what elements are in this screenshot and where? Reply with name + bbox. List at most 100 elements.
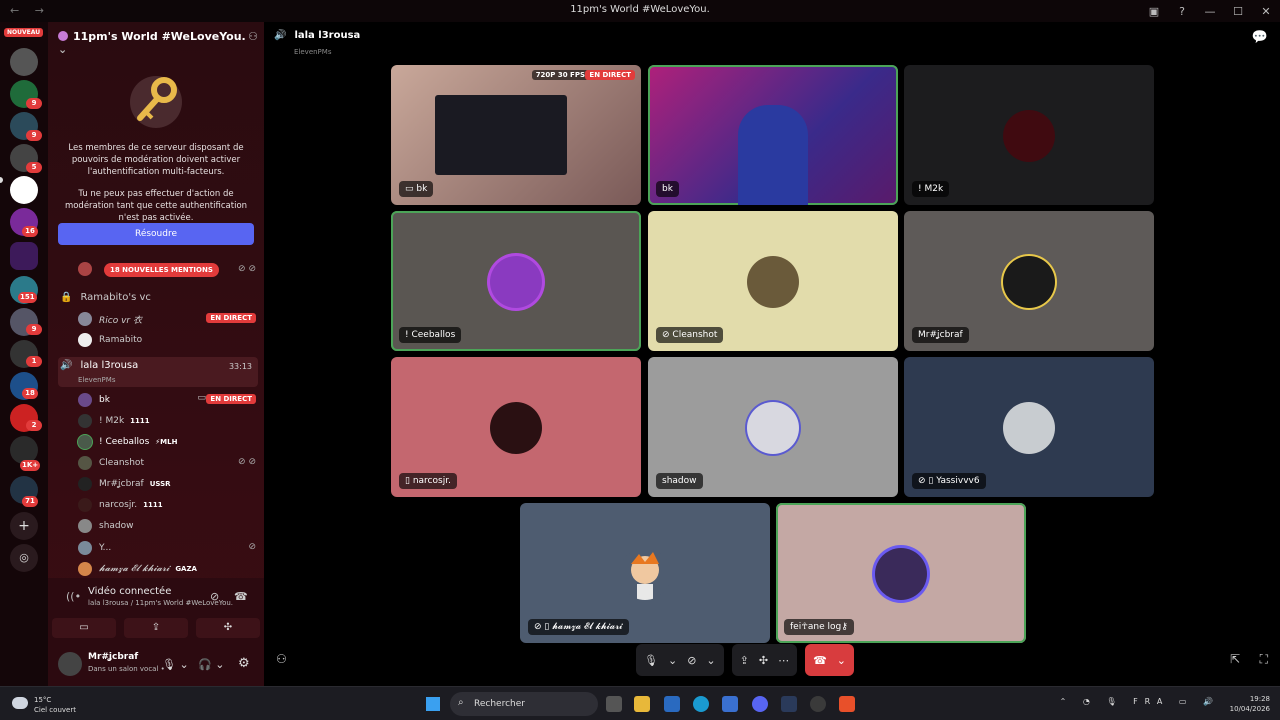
activities-button[interactable]: ✣ [196,618,260,638]
live-badge: EN DIRECT [585,70,635,80]
add-member-icon[interactable]: ⚇ [248,30,258,43]
unread-badge: 9 [26,324,42,335]
minimize-button[interactable]: — [1196,5,1224,18]
microphone-icon[interactable]: 🎙 [644,654,658,667]
popout-icon[interactable]: ⇱ [1230,652,1240,666]
hangup-icon[interactable]: ☎ [813,654,827,667]
tile-label: shadow [656,473,703,489]
steam-icon[interactable] [781,696,797,712]
participant-tile[interactable]: fei☥ane log⚷ [776,503,1026,643]
voice-panel: ((• Vidéo connectée lala l3rousa / 11pm'… [48,578,264,686]
participant-tile[interactable]: Mr#ʝcbraf [904,211,1154,351]
voice-member[interactable]: 𝓱𝓪𝓶𝔃𝓪 𝓔𝓵 𝓴𝓱𝓲𝓪𝓻𝓲 GAZA [58,559,258,579]
participant-tile[interactable]: ⊘ Cleanshot [648,211,898,351]
invite-icon[interactable]: ⚇ [276,652,287,666]
add-server-icon[interactable]: + [10,512,38,540]
discover-icon[interactable]: ◎ [10,544,38,572]
unread-badge: 9 [26,98,42,109]
mentions-pill[interactable]: 18 NOUVELLES MENTIONS [104,263,219,277]
voice-member[interactable]: bk ▭ EN DIRECT [58,390,258,410]
screen-share-icon[interactable]: ⇪ [740,654,749,667]
mfa-notice: Les membres de ce serveur disposant de p… [68,143,244,177]
server-icon[interactable] [10,48,38,76]
activities-icon[interactable]: ✣ [759,654,768,667]
disconnect-button[interactable]: ☎ ⌄ [805,644,854,676]
voice-member[interactable]: Mr#ʝcbraf USSR [58,474,258,494]
app-icon[interactable] [810,696,826,712]
resolve-button[interactable]: Résoudre [58,223,254,245]
chevron-down-icon[interactable]: ⌄ [668,654,677,667]
voice-member[interactable]: ! Ceeballos ⚡MLH [58,432,258,452]
voice-member[interactable]: Y... ⊘ [58,538,258,558]
unread-pip [0,177,3,183]
chevron-down-icon[interactable]: ⌄ [706,654,715,667]
maximize-button[interactable]: ☐ [1224,5,1252,18]
discord-icon[interactable] [752,696,768,712]
avatar [875,548,927,600]
participant-tile[interactable]: ! Ceeballos [391,211,641,351]
muted-icons: ⊘ ⊘ [238,264,256,274]
task-view-icon[interactable] [606,696,622,712]
voice-member[interactable]: Cleanshot ⊘ ⊘ [58,453,258,473]
voice-channel-active[interactable]: 🔊 lala l3rousa 33:13 ElevenPMs [58,357,258,387]
noise-suppression-icon[interactable]: ⊘ [210,590,219,603]
tile-label: ▭ bk [399,181,434,197]
settings-gear-icon[interactable]: ⚙ [238,656,250,671]
voice-member[interactable]: ! M2k 1111 [58,411,258,431]
search-icon: ⌕ [458,697,464,708]
windows-start-icon[interactable] [426,697,440,711]
store-icon[interactable] [664,696,680,712]
tile-label: Mr#ʝcbraf [912,327,969,343]
weather-widget[interactable]: 15°C Ciel couvert [34,695,76,715]
video-tile-camera[interactable]: bk [648,65,898,205]
channel-subtitle: ElevenPMs [294,48,332,56]
voice-member[interactable]: Rico vr 衣 EN DIRECT [58,309,258,329]
member-tag: 1111 [143,501,163,509]
video-tile-stream[interactable]: 720P 30 FPS EN DIRECT ▭ bk [391,65,641,205]
avatar [490,402,542,454]
camera-off-button[interactable]: ▭ [52,618,116,638]
mic-toggle[interactable]: 🎙 ⌄ ⊘ ⌄ [636,644,724,676]
microphone-icon[interactable]: 🎙 ⌄ [162,658,189,671]
server-list: NOUVEAU 9 9 5 16 151 9 1 18 2 1K+ 71 + ◎ [0,22,48,686]
key-icon [130,76,182,128]
channel-name: Ramabito's vc [80,291,151,303]
member-tag: USSR [149,480,171,488]
voice-member[interactable]: shadow [58,516,258,536]
voice-member[interactable]: Ramabito [58,330,258,350]
help-icon[interactable]: ? [1168,5,1196,18]
file-explorer-icon[interactable] [634,696,650,712]
participant-tile[interactable]: ! M2k [904,65,1154,205]
mail-icon[interactable] [722,696,738,712]
server-icon[interactable] [10,176,38,204]
cloud-icon [12,697,28,709]
muted-icons: ⊘ ⊘ [238,457,256,467]
disconnect-icon[interactable]: ☎ [234,590,248,603]
more-icon[interactable]: ⋯ [778,654,789,667]
brave-icon[interactable] [839,696,855,712]
chevron-down-icon[interactable]: ⌄ [837,654,846,667]
inbox-icon[interactable]: ▣ [1140,5,1168,18]
edge-icon[interactable] [693,696,709,712]
screen-share-button[interactable]: ⇪ [124,618,188,638]
server-header[interactable]: 11pm's World #WeLoveYou. ⌄ ⚇ [58,30,258,56]
headphones-icon[interactable]: 🎧 ⌄ [198,658,224,671]
search-input[interactable]: Rechercher [450,692,598,716]
system-tray[interactable]: ⌃ ◔ 🎙 FRA ▭ 🔊 [1060,697,1220,706]
fullscreen-icon[interactable]: ⛶ [1260,652,1268,667]
folder-icon[interactable] [10,242,38,270]
participant-tile[interactable]: shadow [648,357,898,497]
voice-member[interactable]: narcosjr. 1111 [58,495,258,515]
unread-badge: 1K+ [20,460,41,471]
close-button[interactable]: ✕ [1252,5,1280,18]
chat-icon[interactable]: 💬 [1252,30,1268,45]
participant-tile[interactable]: ⊘ ▯ 𝓱𝓪𝓶𝔃𝓪 𝓔𝓵 𝓴𝓱𝓲𝓪𝓻𝓲 [520,503,770,643]
clock[interactable]: 19:28 10/04/2026 [1230,694,1270,714]
voice-channel-ramabito[interactable]: 🔒 Ramabito's vc [58,287,258,307]
avatar[interactable] [58,652,82,676]
camera-off-icon[interactable]: ⊘ [687,654,696,667]
participant-tile[interactable]: ⊘ ▯ Yassivvv6 [904,357,1154,497]
participant-tile[interactable]: ▯ narcosjr. [391,357,641,497]
more-controls[interactable]: ⇪ ✣ ⋯ [731,644,798,676]
unread-badge: 2 [26,420,42,431]
